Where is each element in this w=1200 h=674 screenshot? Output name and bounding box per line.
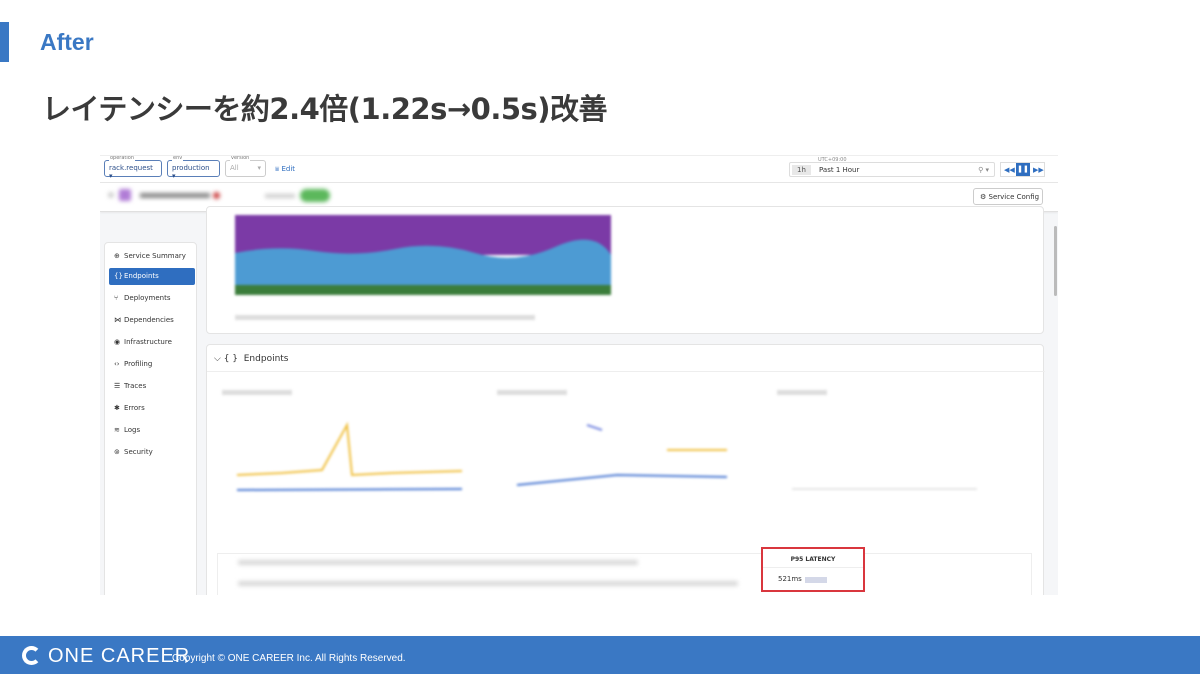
- divider: [207, 371, 1045, 372]
- slide-label: After: [40, 29, 94, 55]
- stacked-area-chart: [235, 215, 611, 320]
- env-filter[interactable]: env production ▾: [167, 156, 220, 180]
- sidebar-item-label: Traces: [124, 382, 147, 390]
- legend-blur: [235, 315, 535, 320]
- blurred-text: [265, 194, 295, 198]
- graph-icon: ⋈: [114, 316, 121, 324]
- range-label: Past 1 Hour: [819, 166, 860, 174]
- p95-latency-value: 521ms: [778, 575, 802, 583]
- server-icon: ◉: [114, 338, 121, 346]
- requests-chart: [222, 390, 463, 491]
- sidebar-item-profiling[interactable]: ‹› Profiling: [109, 356, 195, 373]
- table-header-blur: [238, 560, 638, 565]
- braces-icon: { }: [223, 354, 239, 364]
- bug-icon: ✱: [114, 404, 120, 412]
- filter-label: operation: [109, 155, 136, 161]
- sidebar-item-traces[interactable]: ☰ Traces: [109, 378, 195, 395]
- sidebar-item-service-summary[interactable]: ⊕ Service Summary: [109, 248, 195, 265]
- sidebar-item-errors[interactable]: ✱ Errors: [109, 400, 195, 417]
- time-range-picker[interactable]: 1h Past 1 Hour ⚲ ▾: [789, 162, 995, 177]
- sidebar-item-label: Dependencies: [124, 316, 174, 324]
- filter-icon: ⩸: [275, 165, 280, 173]
- logs-icon: ≋: [114, 426, 120, 434]
- brand-name: ONE CAREER: [48, 645, 191, 667]
- errors-chart: [777, 390, 977, 490]
- sidebar-item-label: Infrastructure: [124, 338, 172, 346]
- apm-screenshot: operation rack.request ▾ env production ▾ …: [100, 155, 1058, 595]
- sidebar: ⊕ Service Summary {}Endpoints ⑂ Deployment…: [104, 242, 197, 595]
- sidebar-item-label: Deployments: [124, 294, 171, 302]
- pin-dropdown-icon[interactable]: ⚲ ▾: [978, 166, 989, 174]
- endpoints-card: ⌵ { } Endpoints P95 LATENCY 521ms: [206, 344, 1045, 595]
- latency-bar: [805, 577, 827, 583]
- service-avatar: [119, 189, 131, 201]
- copyright: Copyright © ONE CAREER Inc. All Rights R…: [172, 653, 406, 664]
- playback-controls: ◀◀ ❚❚ ▶▶: [1000, 162, 1045, 177]
- service-config-button[interactable]: ⚙ Service Config: [973, 188, 1043, 205]
- latency-chart: [497, 390, 728, 486]
- p95-latency-highlight: P95 LATENCY 521ms: [761, 547, 865, 592]
- divider: [763, 567, 863, 568]
- service-name: [140, 193, 210, 198]
- slide-title: レイテンシーを約2.4倍(1.22s→0.5s)改善: [42, 92, 608, 126]
- scrollbar[interactable]: [1054, 226, 1057, 296]
- footer: ONE CAREER Copyright © ONE CAREER Inc. A…: [0, 636, 1200, 674]
- edit-label: Edit: [281, 165, 296, 173]
- status-badge: [300, 189, 330, 202]
- one-career-logo-icon: [22, 646, 41, 665]
- traffic-chart-card: [206, 206, 1044, 334]
- filter-label: version: [230, 155, 251, 161]
- sidebar-item-security[interactable]: ⊚ Security: [109, 444, 195, 461]
- filter-label: env: [172, 155, 184, 161]
- sidebar-item-infrastructure[interactable]: ◉ Infrastructure: [109, 334, 195, 351]
- filter-value: production: [172, 164, 210, 172]
- forward-icon[interactable]: ▶▶: [1033, 166, 1044, 174]
- version-filter[interactable]: version All ▾: [225, 156, 266, 177]
- filter-value: All: [230, 164, 239, 172]
- sidebar-item-label: Endpoints: [124, 272, 159, 280]
- gear-icon: ⚙: [980, 193, 987, 201]
- table-row-blur: [238, 581, 738, 586]
- sidebar-item-label: Errors: [124, 404, 145, 412]
- endpoints-header[interactable]: ⌵ { } Endpoints: [214, 354, 289, 364]
- pause-icon[interactable]: ❚❚: [1016, 163, 1030, 176]
- sidebar-item-label: Service Summary: [124, 252, 186, 260]
- braces-icon: {}: [114, 272, 123, 280]
- globe-icon: ⊕: [114, 252, 120, 260]
- sidebar-item-label: Profiling: [124, 360, 153, 368]
- filter-bar: operation rack.request ▾ env production ▾ …: [100, 156, 1058, 183]
- traces-icon: ☰: [114, 382, 121, 390]
- endpoints-table: [217, 553, 1032, 595]
- sidebar-item-label: Security: [124, 448, 153, 456]
- p95-latency-header[interactable]: P95 LATENCY: [763, 556, 863, 563]
- shield-icon: ⊚: [114, 448, 120, 456]
- area-green: [235, 285, 611, 295]
- back-icon[interactable]: [108, 192, 114, 198]
- code-icon: ‹›: [114, 360, 120, 368]
- sidebar-item-endpoints[interactable]: {}Endpoints: [109, 268, 195, 285]
- accent-bar: [0, 22, 9, 62]
- status-icon: [213, 192, 220, 199]
- operation-filter[interactable]: operation rack.request ▾: [104, 156, 162, 180]
- rewind-icon[interactable]: ◀◀: [1004, 166, 1015, 174]
- branch-icon: ⑂: [114, 294, 119, 302]
- endpoints-title: Endpoints: [243, 354, 289, 364]
- sidebar-item-dependencies[interactable]: ⋈ Dependencies: [109, 312, 195, 329]
- sidebar-item-label: Logs: [124, 426, 141, 434]
- edit-button[interactable]: ⩸ Edit: [275, 165, 295, 174]
- service-config-label: Service Config: [988, 193, 1040, 201]
- range-short: 1h: [792, 165, 811, 175]
- sidebar-item-logs[interactable]: ≋ Logs: [109, 422, 195, 439]
- filter-value: rack.request: [109, 164, 153, 172]
- sidebar-item-deployments[interactable]: ⑂ Deployments: [109, 290, 195, 307]
